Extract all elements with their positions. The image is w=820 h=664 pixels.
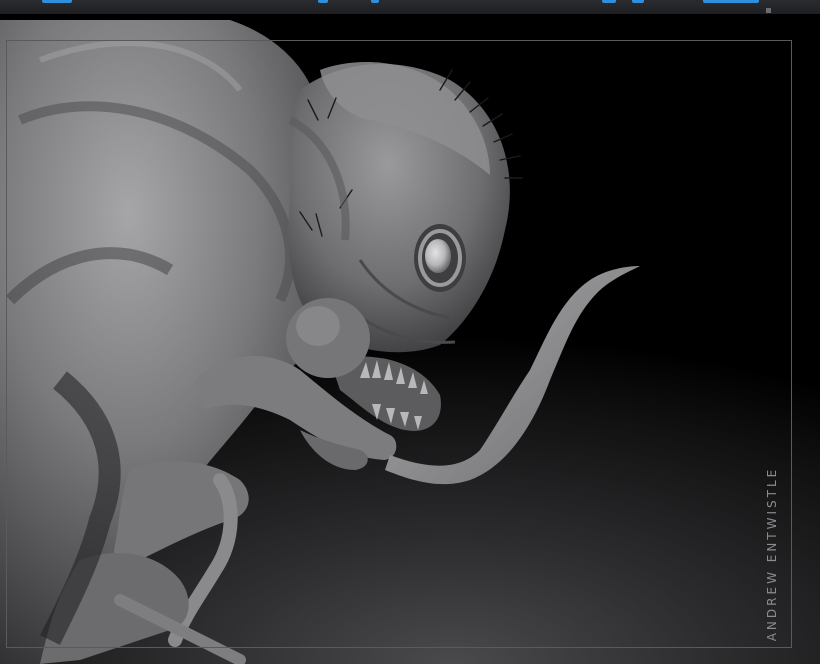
toolbar-button[interactable]	[371, 0, 379, 3]
creature-render	[0, 20, 640, 664]
toolbar-button[interactable]	[632, 0, 644, 3]
artist-signature: ANDREW ENTWISTLE	[765, 466, 779, 642]
top-toolbar	[0, 0, 820, 15]
toolbar-button[interactable]	[602, 0, 616, 3]
resize-handle-icon[interactable]	[766, 8, 771, 13]
cheek-pad-highlight	[296, 306, 340, 346]
toolbar-button[interactable]	[42, 0, 72, 3]
canvas-viewport[interactable]: ANDREW ENTWISTLE	[0, 14, 820, 664]
toolbar-button[interactable]	[703, 0, 759, 3]
eye-ball	[425, 239, 451, 273]
toolbar-button[interactable]	[318, 0, 328, 3]
